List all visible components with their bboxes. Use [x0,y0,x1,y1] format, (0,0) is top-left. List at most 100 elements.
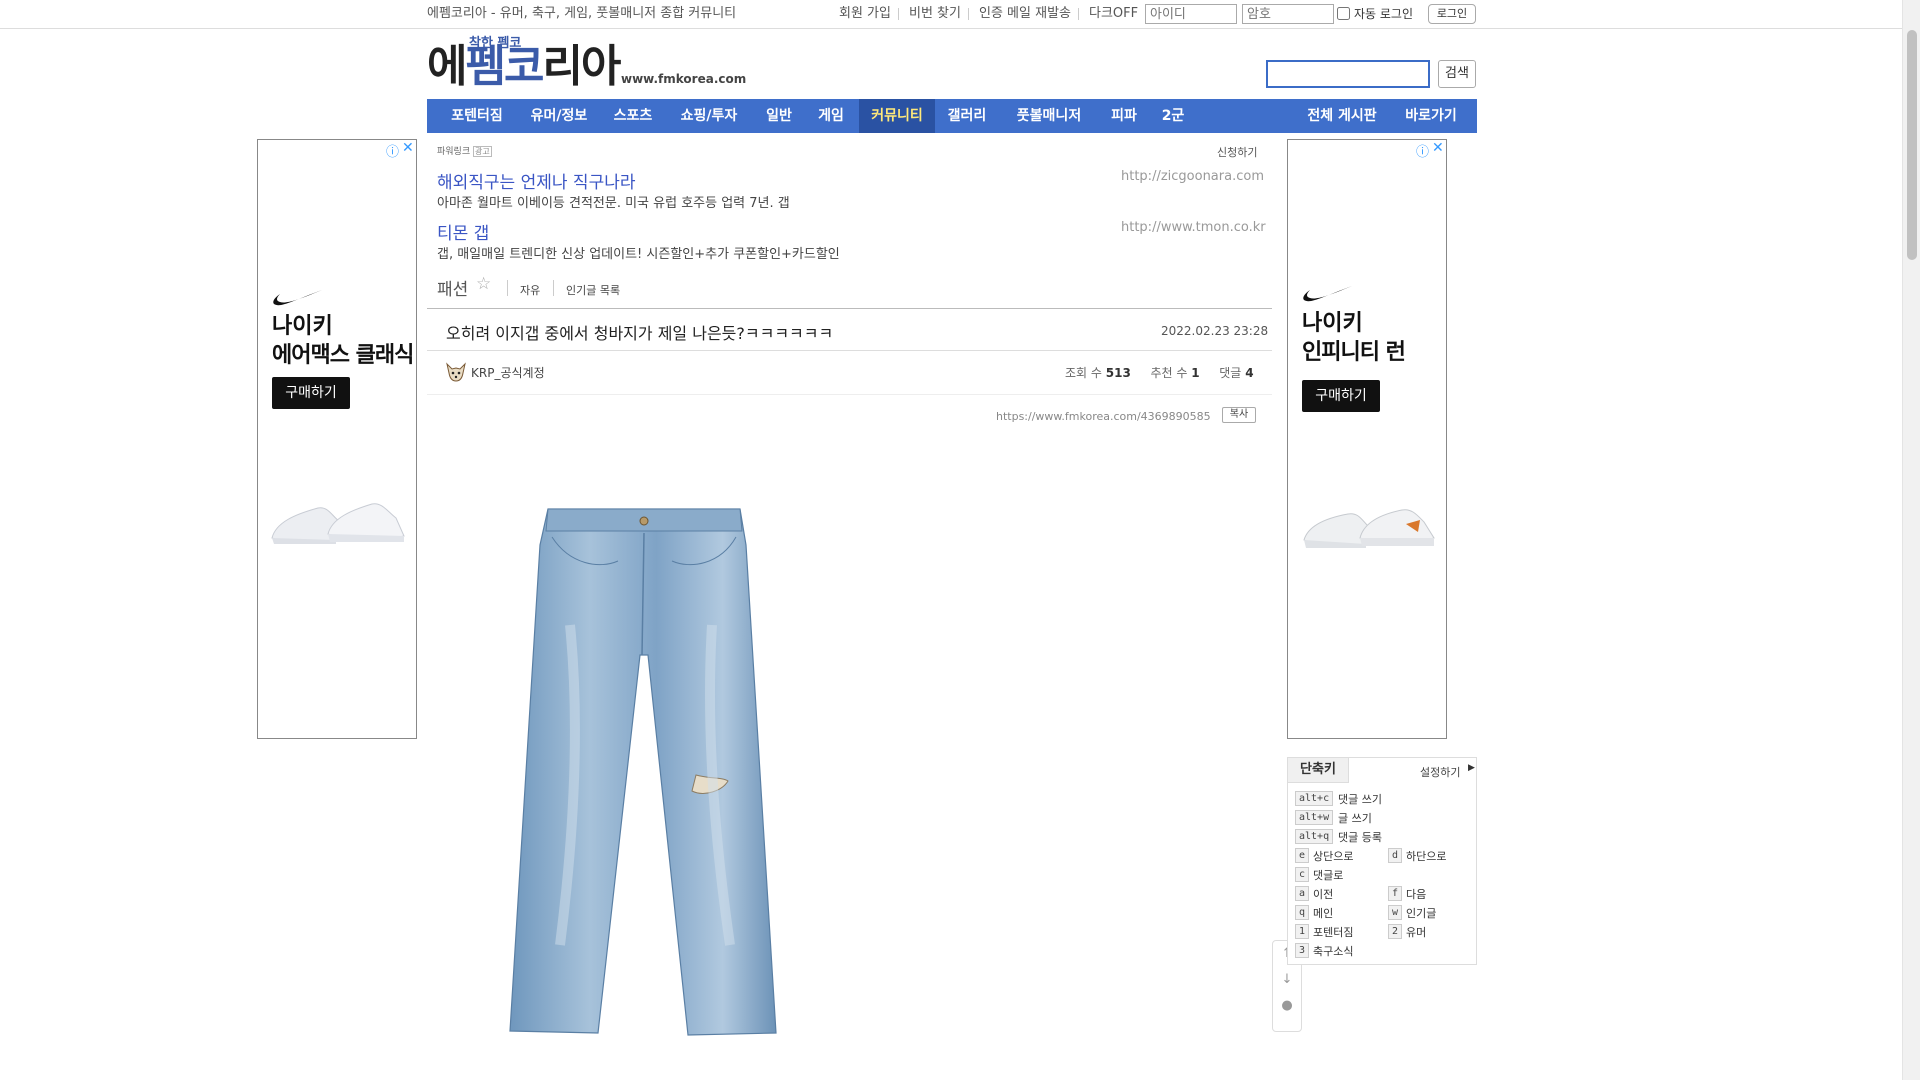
shortcut-key: 1 [1295,924,1310,939]
right-ad-buy-button[interactable]: 구매하기 [1302,380,1380,412]
divider [427,350,1272,351]
ad-title-link[interactable]: 티몬 갭 [437,219,489,244]
board-link-free[interactable]: 자유 [520,282,540,298]
shortcut-settings-link[interactable]: 설정하기 [1420,764,1460,780]
shortcut-label: 메인 [1313,907,1334,920]
nav-item-general[interactable]: 일반 [753,99,805,133]
login-button[interactable]: 로그인 [1428,4,1476,24]
powerlink-label-text: 파워링크 [437,147,471,157]
nav-item-sports[interactable]: 스포츠 [601,99,665,133]
shortcut-label: 댓글로 [1313,869,1344,882]
divider [898,8,899,20]
favorite-star-icon[interactable]: ☆ [476,274,491,294]
shortcut-label: 포텐터짐 [1313,926,1354,939]
powerlink-label: 파워링크 광고 [437,144,492,157]
auto-login-label: 자동 로그인 [1354,7,1414,21]
post-stats: 조회 수 513 추천 수 1 댓글 4 [1065,364,1254,381]
logo-text: 에펨코리아 [427,41,621,92]
recommend-count: 1 [1191,366,1200,380]
search-button[interactable]: 검색 [1438,60,1476,88]
nike-logo-icon [273,290,322,306]
search-input[interactable] [1266,60,1430,88]
shortcut-label: 댓글 등록 [1338,831,1382,844]
views-label: 조회 수 [1065,366,1102,380]
right-ad-banner[interactable]: ⓘ ✕ 나이키 인피니티 런 구매하기 [1287,139,1447,739]
nav-item-shortcut[interactable]: 바로가기 [1391,99,1471,133]
close-icon[interactable]: ✕ [402,140,414,156]
shortcut-key: w [1388,905,1403,920]
shortcut-key: a [1295,886,1310,901]
shortcut-label: 글 쓰기 [1338,812,1372,825]
board-link-popular[interactable]: 인기글 목록 [566,282,620,298]
shortcut-key: f [1388,886,1403,901]
top-bar: 에펨코리아 - 유머, 축구, 게임, 풋볼매니저 종합 커뮤니티 회원 가입 … [0,0,1920,29]
ad-description: 아마존 월마트 이베이등 견적전문. 미국 유럽 호주등 업력 7년. 갭 [437,196,790,211]
ad-title-link[interactable]: 해외직구는 언제나 직구나라 [437,168,636,193]
nav-item-gallery[interactable]: 갤러리 [935,99,999,133]
post-url[interactable]: https://www.fmkorea.com/4369890585 [996,410,1211,423]
author-name[interactable]: KRP_공식계정 [471,364,545,381]
id-input[interactable] [1145,4,1237,24]
nav-item-football-manager[interactable]: 풋볼매니저 [999,99,1099,133]
shortcut-label: 축구소식 [1313,945,1354,958]
signup-link[interactable]: 회원 가입 [839,0,891,28]
nav-item-fifa[interactable]: 피파 [1099,99,1149,133]
post-date: 2022.02.23 23:28 [1161,324,1269,338]
dark-mode-toggle[interactable]: 다크OFF [1089,0,1138,28]
copy-url-button[interactable]: 복사 [1222,407,1256,423]
right-ad-title-1: 나이키 [1302,311,1363,336]
left-ad-title-2: 에어맥스 클래식 [272,343,414,368]
comments-label: 댓글 [1219,366,1242,380]
main-nav: 포텐터짐 유머/정보 스포츠 쇼핑/투자 일반 게임 커뮤니티 갤러리 풋볼매니… [427,99,1477,133]
shortcut-panel: 단축키 설정하기 ▶ alt+c 댓글 쓰기 alt+w 글 쓰기 alt+q … [1287,757,1477,965]
caret-right-icon[interactable]: ▶ [1468,763,1475,773]
sneaker-image [1303,509,1435,548]
nav-item-second-tier[interactable]: 2군 [1149,99,1197,133]
resend-email-link[interactable]: 인증 메일 재발송 [979,0,1071,28]
close-icon[interactable]: ✕ [1432,140,1444,156]
scrollbar[interactable] [1902,0,1920,1080]
shortcut-key: alt+c [1295,791,1334,806]
jeans-image [509,508,777,1036]
ad-badge: 광고 [473,146,492,157]
shortcut-title: 단축키 [1288,758,1349,783]
nav-item-humor[interactable]: 유머/정보 [517,99,601,133]
find-password-link[interactable]: 비번 찾기 [909,0,961,28]
arrow-down-icon[interactable]: ↓ [1273,967,1301,993]
shortcut-key: alt+q [1295,829,1334,844]
shortcut-label: 하단으로 [1406,850,1447,863]
views-count: 513 [1105,366,1131,380]
left-ad-buy-button[interactable]: 구매하기 [272,377,350,409]
shortcut-key: 3 [1295,943,1310,958]
author-avatar[interactable] [445,361,467,383]
auto-login-checkbox[interactable] [1337,7,1350,20]
nav-item-all-boards[interactable]: 전체 게시판 [1293,99,1391,133]
left-ad-title-1: 나이키 [272,314,333,339]
apply-ad-link[interactable]: 신청하기 [1217,144,1257,160]
site-logo[interactable]: 착한 펨코 에펨코리아 www.fmkorea.com [427,32,747,92]
ad-url[interactable]: http://www.tmon.co.kr [1121,220,1266,235]
info-icon[interactable]: ⓘ [1416,141,1429,160]
comments-count: 4 [1245,366,1254,380]
shortcut-key: alt+w [1295,810,1334,825]
password-input[interactable] [1242,4,1334,24]
info-icon[interactable]: ⓘ [386,141,399,160]
logo-text-left: 에 [427,41,468,92]
site-description: 에펨코리아 - 유머, 축구, 게임, 풋볼매니저 종합 커뮤니티 [427,6,737,21]
post-title: 오히려 이지갭 중에서 청바지가 제일 나은듯?ㅋㅋㅋㅋㅋㅋ [446,324,834,343]
left-ad-banner[interactable]: ⓘ ✕ 나이키 에어맥스 클래식 구매하기 [257,139,417,739]
nav-item-shopping[interactable]: 쇼핑/투자 [665,99,753,133]
divider [507,280,508,296]
logo-url: www.fmkorea.com [621,72,747,86]
board-name[interactable]: 패션 [437,275,468,300]
shortcut-key: d [1388,848,1403,863]
nav-item-community[interactable]: 커뮤니티 [859,99,935,133]
comment-icon[interactable]: ● [1273,993,1301,1019]
nav-item-game[interactable]: 게임 [805,99,857,133]
ad-url[interactable]: http://zicgoonara.com [1121,169,1264,184]
scrollbar-thumb[interactable] [1907,30,1917,260]
nav-item-potential[interactable]: 포텐터짐 [437,99,517,133]
divider [427,308,1272,309]
divider [553,280,554,296]
logo-text-right: 리아 [542,41,621,92]
